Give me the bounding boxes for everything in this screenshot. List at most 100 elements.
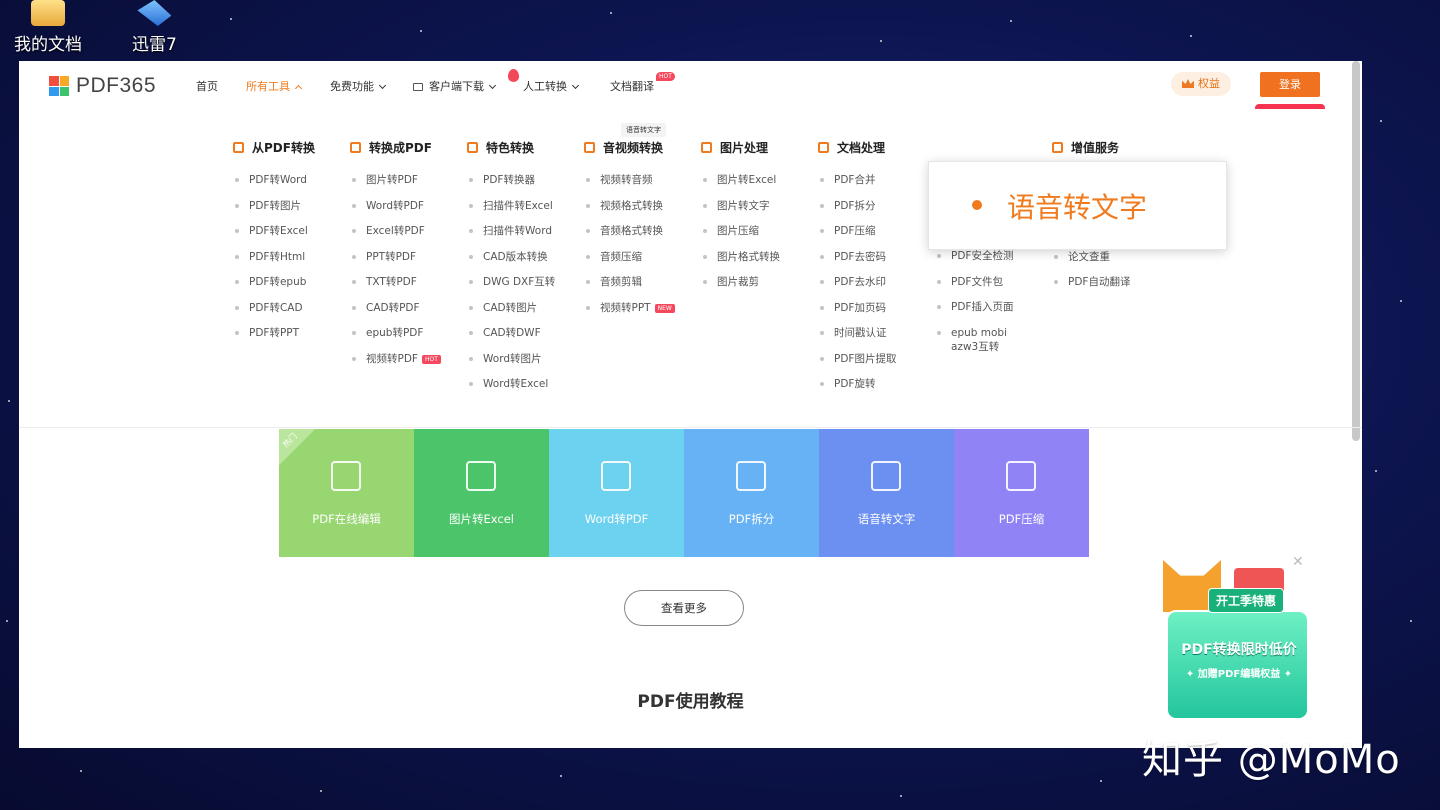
tool-link[interactable]: PDF转换器 (469, 173, 555, 199)
tile-label: 图片转Excel (449, 512, 514, 526)
tool-link[interactable]: 扫描件转Word (469, 224, 555, 250)
folder-icon (31, 0, 65, 26)
desktop-icon-label: 我的文档 (14, 35, 82, 55)
tool-link[interactable]: 视频转音频 (586, 173, 675, 199)
feature-tile[interactable]: 语音转文字 (819, 429, 954, 557)
tool-link[interactable]: PDF转图片 (235, 199, 308, 225)
nav-doc-translation[interactable]: 文档翻译 HOT (610, 72, 675, 94)
tool-link[interactable]: TXT转PDF (352, 275, 441, 301)
tool-link[interactable]: PDF转Excel (235, 224, 308, 250)
tool-link[interactable]: DWG DXF互转 (469, 275, 555, 301)
tag-badge: HOT (421, 354, 441, 364)
hot-ribbon: 热门 (279, 429, 315, 465)
tool-link[interactable]: PDF转epub (235, 275, 308, 301)
tool-link[interactable]: PDF图片提取 (820, 352, 896, 378)
tool-link[interactable]: CAD转PDF (352, 301, 441, 327)
crown-icon (1182, 79, 1194, 88)
xunlei-bird-icon (137, 0, 172, 26)
callout-text: 语音转文字 (1007, 191, 1148, 224)
logo[interactable]: PDF365 (49, 74, 156, 98)
tool-link[interactable]: PDF合并 (820, 173, 896, 199)
scrollbar[interactable] (1352, 61, 1360, 441)
tool-link[interactable]: 图片转文字 (703, 199, 780, 225)
tool-link[interactable]: PDF转Html (235, 250, 308, 276)
close-icon[interactable]: ✕ (1292, 554, 1304, 570)
tool-link[interactable]: PDF转PPT (235, 326, 308, 352)
chevron-down-icon (488, 81, 497, 90)
tool-link[interactable]: Word转PDF (352, 199, 441, 225)
tool-link[interactable]: PDF转CAD (235, 301, 308, 327)
tool-link[interactable]: Excel转PDF (352, 224, 441, 250)
tool-link[interactable]: 图片转Excel (703, 173, 780, 199)
tool-link[interactable]: 图片转PDF (352, 173, 441, 199)
tool-link[interactable]: 音频格式转换 (586, 224, 675, 250)
column-heading: 文档处理 (818, 139, 885, 156)
tool-link[interactable]: 音频压缩 (586, 250, 675, 276)
desktop-icon-my-documents[interactable]: 我的文档 (14, 0, 82, 55)
tile-label: PDF拆分 (728, 512, 775, 526)
tool-link[interactable]: CAD版本转换 (469, 250, 555, 276)
tool-list: PDF转Word PDF转图片 PDF转Excel PDF转Html PDF转epub P… (235, 173, 308, 352)
nav-all-tools[interactable]: 所有工具 (246, 78, 303, 94)
tool-list: PDF转换器 扫描件转Excel 扫描件转Word CAD版本转换 DWG DXF互转 C… (469, 173, 555, 403)
tool-link[interactable]: 图片压缩 (703, 224, 780, 250)
tooltip: 语音转文字 (621, 123, 666, 137)
tool-link[interactable]: 论文查重 (1054, 250, 1130, 276)
tool-link[interactable]: 图片裁剪 (703, 275, 780, 301)
tool-link[interactable]: PDF自动翻译 (1054, 275, 1130, 301)
tool-link[interactable]: epub mobi azw3互转 (937, 326, 1037, 366)
nav-manual-conversion[interactable]: 人工转换 (508, 69, 580, 94)
vip-benefits-button[interactable]: 权益 (1171, 72, 1231, 96)
tool-link[interactable]: epub转PDF (352, 326, 441, 352)
promo-headline: PDF转换限时低价 (1181, 642, 1297, 658)
tool-link[interactable]: PPT转PDF (352, 250, 441, 276)
tool-link[interactable]: PDF拆分 (820, 199, 896, 225)
nav-free-features[interactable]: 免费功能 (330, 78, 387, 94)
promo-card[interactable]: PDF转换限时低价 ✦ 加赠PDF编辑权益 ✦ (1166, 610, 1309, 720)
feature-tile[interactable]: PDF拆分 (684, 429, 819, 557)
view-more-button[interactable]: 查看更多 (624, 590, 744, 626)
nav-client-download[interactable]: 客户端下载 (413, 78, 497, 94)
tool-link[interactable]: Word转Excel (469, 377, 555, 403)
tool-link[interactable]: PDF去水印 (820, 275, 896, 301)
chevron-up-icon (294, 84, 303, 93)
feature-tile[interactable]: Word转PDF (549, 429, 684, 557)
login-button[interactable]: 登录 (1260, 72, 1320, 97)
column-heading: 音视频转换 (584, 139, 663, 156)
feature-tile[interactable]: 热门 PDF在线编辑 (279, 429, 414, 557)
tool-link[interactable]: PDF文件包 (937, 275, 1037, 301)
tool-icon (466, 461, 496, 491)
feature-tiles: 热门 PDF在线编辑 图片转Excel Word转PDF PDF拆分 语音转文字 PDF压缩 (279, 429, 1089, 557)
tile-label: 语音转文字 (857, 512, 916, 526)
category-icon (467, 142, 478, 153)
feature-tile[interactable]: 图片转Excel (414, 429, 549, 557)
tool-icon (331, 461, 361, 491)
tool-link[interactable]: PDF加页码 (820, 301, 896, 327)
tool-icon (871, 461, 901, 491)
tool-link[interactable]: 时间戳认证 (820, 326, 896, 352)
desktop-icon-label: 迅雷7 (132, 35, 177, 55)
tool-link[interactable]: 图片格式转换 (703, 250, 780, 276)
tool-link[interactable]: 扫描件转Excel (469, 199, 555, 225)
tool-link[interactable]: Word转图片 (469, 352, 555, 378)
tool-link[interactable]: 视频转PDF HOT (352, 352, 441, 378)
tool-link[interactable]: 音频剪辑 (586, 275, 675, 301)
tool-link[interactable]: PDF插入页面 (937, 300, 1037, 326)
tool-link[interactable]: PDF旋转 (820, 377, 896, 403)
column-heading: 图片处理 (701, 139, 768, 156)
desktop-icon-xunlei[interactable]: 迅雷7 (132, 0, 177, 55)
column-heading: 从PDF转换 (233, 139, 315, 156)
tool-link[interactable]: CAD转DWF (469, 326, 555, 352)
tool-link[interactable]: PDF压缩 (820, 224, 896, 250)
tool-link[interactable]: PDF转Word (235, 173, 308, 199)
category-icon (233, 142, 244, 153)
tool-link[interactable]: CAD转图片 (469, 301, 555, 327)
feature-tile[interactable]: PDF压缩 (954, 429, 1089, 557)
tool-link[interactable]: PDF去密码 (820, 250, 896, 276)
tool-link[interactable]: PDF安全检测 (937, 249, 1037, 275)
promo-widget[interactable]: PDF转换限时低价 ✦ 加赠PDF编辑权益 ✦ 开工季特惠 ✕ (1146, 554, 1309, 720)
tool-link[interactable]: 视频格式转换 (586, 199, 675, 225)
nav-home[interactable]: 首页 (196, 78, 218, 94)
logo-text: PDF365 (76, 74, 157, 97)
tool-link[interactable]: 视频转PPT NEW (586, 301, 675, 327)
